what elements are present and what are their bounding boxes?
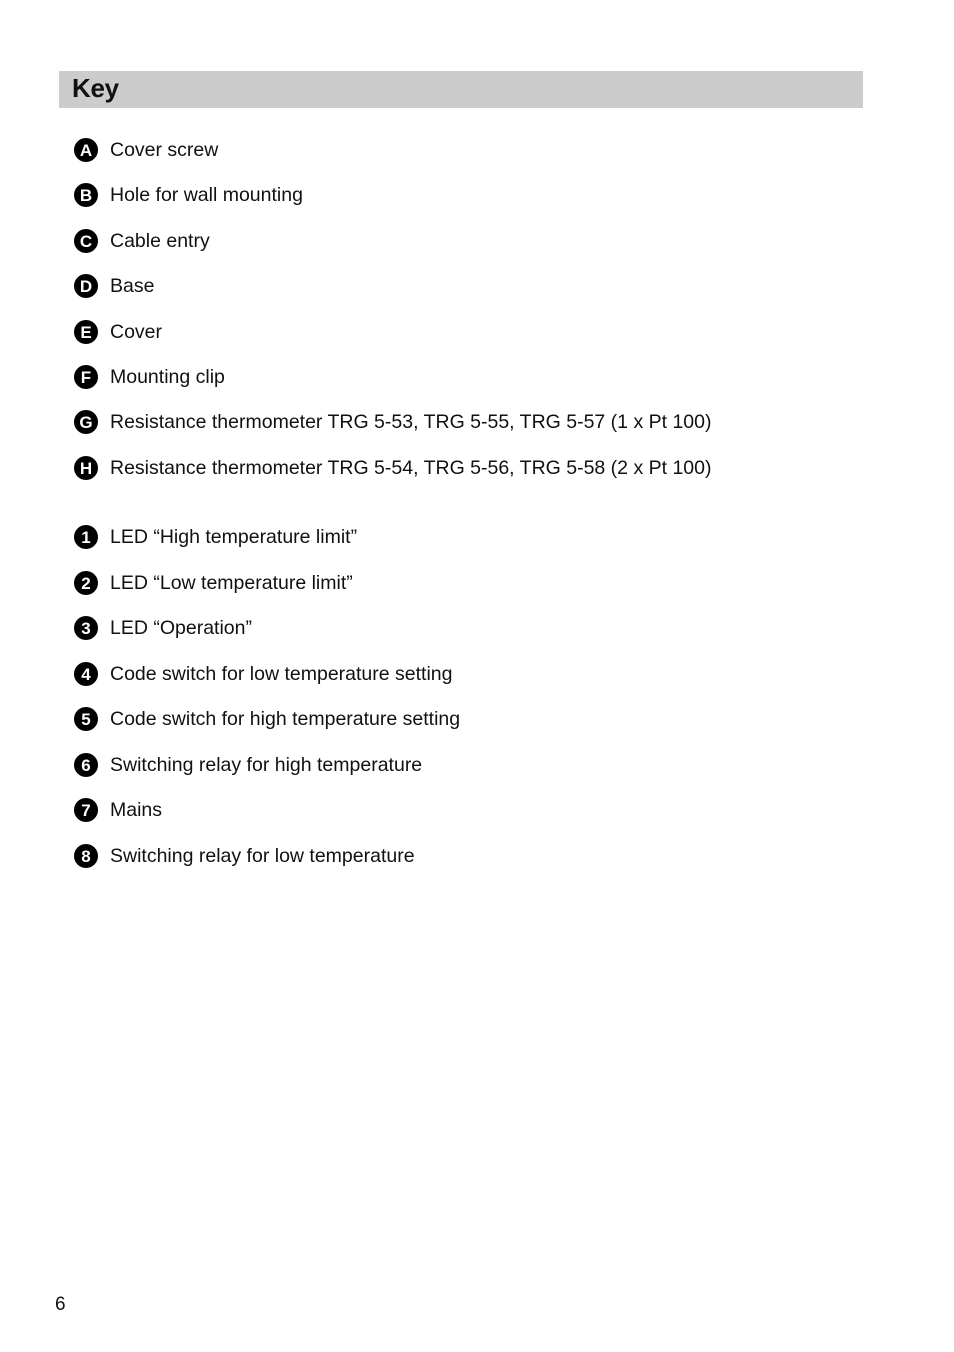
letter-a-marker-icon: A — [74, 138, 98, 162]
letter-e-marker-icon: E — [74, 320, 98, 344]
number-3-marker-icon: 3 — [74, 616, 98, 640]
key-item-label: LED “Low temperature limit” — [110, 571, 353, 594]
letter-h-marker-icon: H — [74, 456, 98, 480]
key-item-label: Cover — [110, 320, 163, 343]
key-item-label: Base — [110, 274, 155, 297]
key-item-3: 3 LED “Operation” — [74, 615, 252, 641]
key-item-g: G Resistance thermometer TRG 5-53, TRG 5… — [74, 409, 711, 435]
key-item-1: 1 LED “High temperature limit” — [74, 524, 357, 550]
letter-d-marker-icon: D — [74, 274, 98, 298]
key-item-label: Cable entry — [110, 229, 210, 252]
key-section-header: Key — [59, 71, 863, 108]
number-2-marker-icon: 2 — [74, 571, 98, 595]
key-item-label: Resistance thermometer TRG 5-53, TRG 5-5… — [110, 410, 712, 433]
key-item-label: Switching relay for high temperature — [110, 753, 423, 776]
key-item-label: Mounting clip — [110, 365, 225, 388]
number-6-marker-icon: 6 — [74, 753, 98, 777]
letter-g-marker-icon: G — [74, 410, 98, 434]
key-item-label: Mains — [110, 798, 163, 821]
key-item-label: Code switch for high temperature setting — [110, 707, 461, 730]
key-item-label: LED “Operation” — [110, 616, 252, 639]
key-item-label: LED “High temperature limit” — [110, 525, 358, 548]
key-item-7: 7 Mains — [74, 797, 162, 823]
key-item-label: Code switch for low temperature setting — [110, 662, 453, 685]
key-item-h: H Resistance thermometer TRG 5-54, TRG 5… — [74, 455, 711, 481]
number-5-marker-icon: 5 — [74, 707, 98, 731]
letter-f-marker-icon: F — [74, 365, 98, 389]
key-item-8: 8 Switching relay for low temperature — [74, 843, 415, 869]
key-item-f: F Mounting clip — [74, 364, 225, 390]
section-title: Key — [72, 73, 119, 103]
key-item-5: 5 Code switch for high temperature setti… — [74, 706, 460, 732]
letter-c-marker-icon: C — [74, 229, 98, 253]
key-item-a: A Cover screw — [74, 137, 218, 163]
key-item-label: Hole for wall mounting — [110, 183, 303, 206]
key-item-b: B Hole for wall mounting — [74, 182, 303, 208]
number-4-marker-icon: 4 — [74, 662, 98, 686]
number-1-marker-icon: 1 — [74, 525, 98, 549]
letter-b-marker-icon: B — [74, 183, 98, 207]
key-item-label: Resistance thermometer TRG 5-54, TRG 5-5… — [110, 456, 712, 479]
number-8-marker-icon: 8 — [74, 844, 98, 868]
key-item-e: E Cover — [74, 319, 162, 345]
key-item-label: Cover screw — [110, 138, 219, 161]
key-item-4: 4 Code switch for low temperature settin… — [74, 661, 453, 687]
key-item-label: Switching relay for low temperature — [110, 844, 415, 867]
key-item-2: 2 LED “Low temperature limit” — [74, 570, 353, 596]
key-item-c: C Cable entry — [74, 228, 210, 254]
number-7-marker-icon: 7 — [74, 798, 98, 822]
key-item-6: 6 Switching relay for high temperature — [74, 752, 422, 778]
key-item-d: D Base — [74, 273, 154, 299]
page-number: 6 — [55, 1294, 66, 1315]
